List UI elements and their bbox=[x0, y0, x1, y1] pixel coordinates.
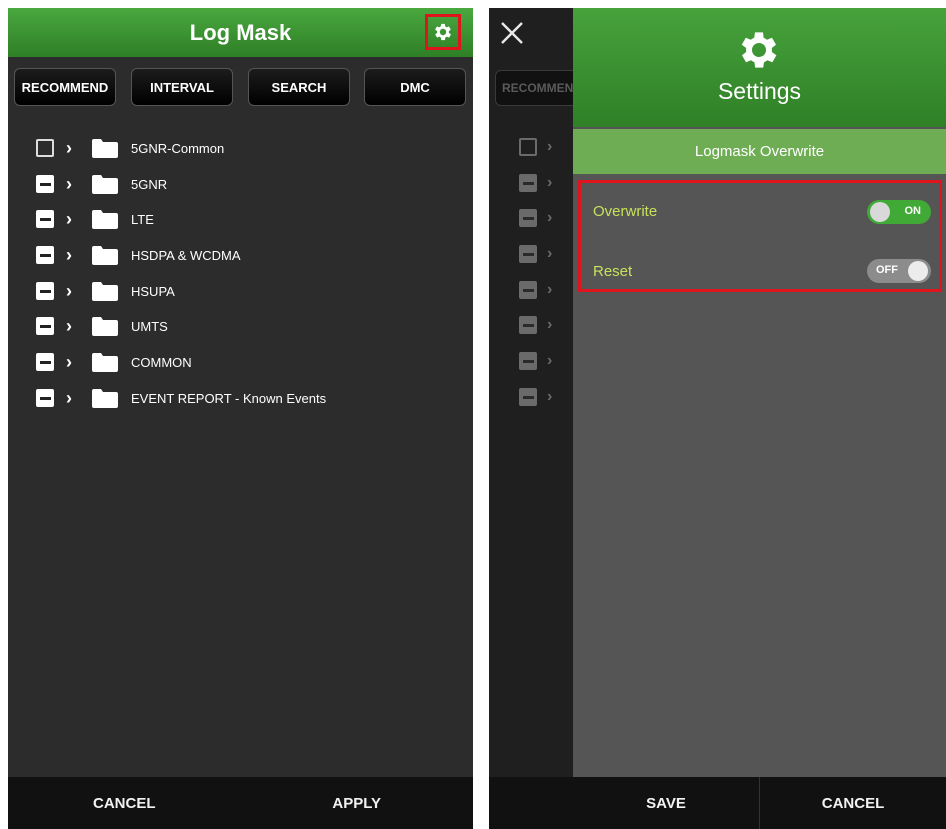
tree-item-label: COMMON bbox=[131, 354, 192, 370]
chevron-right-icon[interactable]: › bbox=[66, 317, 80, 335]
settings-screen: RECOMMEND › › › › › › › › Settings Logma… bbox=[489, 8, 946, 829]
checkbox bbox=[519, 174, 537, 192]
dimmed-tree-item: › bbox=[519, 388, 552, 406]
toggle-knob bbox=[870, 202, 890, 222]
app-header: Log Mask bbox=[8, 8, 473, 57]
chevron-right-icon[interactable]: › bbox=[66, 210, 80, 228]
settings-drawer: Settings Logmask Overwrite Overwrite ON … bbox=[573, 8, 946, 829]
tree-item[interactable]: › EVENT REPORT - Known Events bbox=[36, 384, 326, 412]
checkbox bbox=[519, 138, 537, 156]
tab-recommend[interactable]: RECOMMEND bbox=[14, 68, 116, 106]
folder-icon bbox=[92, 174, 118, 194]
settings-header: Settings bbox=[573, 8, 946, 127]
chevron-right-icon[interactable]: › bbox=[66, 389, 80, 407]
dimmed-tree-item: › bbox=[519, 316, 552, 334]
tab-bar: RECOMMEND INTERVAL SEARCH DMC bbox=[14, 68, 472, 106]
checkbox bbox=[519, 388, 537, 406]
chevron-right-icon[interactable]: › bbox=[66, 175, 80, 193]
chevron-right-icon: › bbox=[547, 209, 553, 226]
dimmed-tree-item: › bbox=[519, 281, 552, 299]
chevron-right-icon[interactable]: › bbox=[66, 139, 80, 157]
tree-item[interactable]: › COMMON bbox=[36, 348, 192, 376]
folder-icon bbox=[92, 138, 118, 158]
dimmed-tree-item: › bbox=[519, 174, 552, 192]
checkbox[interactable] bbox=[36, 139, 54, 157]
tab-recommend-dimmed: RECOMMEND bbox=[495, 70, 585, 106]
checkbox[interactable] bbox=[36, 210, 54, 228]
tree-item[interactable]: › LTE bbox=[36, 205, 154, 233]
tab-interval[interactable]: INTERVAL bbox=[131, 68, 233, 106]
folder-icon bbox=[92, 281, 118, 301]
folder-icon bbox=[92, 209, 118, 229]
checkbox bbox=[519, 209, 537, 227]
settings-button[interactable] bbox=[425, 14, 461, 50]
checkbox[interactable] bbox=[36, 246, 54, 264]
dimmed-tree-item: › bbox=[519, 138, 552, 156]
tree-item-label: 5GNR bbox=[131, 176, 168, 192]
overwrite-options-box: Overwrite ON Reset OFF bbox=[578, 180, 942, 292]
checkbox[interactable] bbox=[36, 317, 54, 335]
tab-dmc[interactable]: DMC bbox=[364, 68, 466, 106]
tree-item[interactable]: › HSUPA bbox=[36, 277, 175, 305]
checkbox[interactable] bbox=[36, 282, 54, 300]
overwrite-toggle[interactable]: ON bbox=[867, 200, 931, 224]
folder-icon bbox=[92, 352, 118, 372]
save-button[interactable]: SAVE bbox=[573, 777, 760, 829]
drawer-action-bar: SAVE CANCEL bbox=[573, 777, 946, 829]
checkbox bbox=[519, 352, 537, 370]
chevron-right-icon: › bbox=[547, 138, 553, 155]
checkbox[interactable] bbox=[36, 353, 54, 371]
log-mask-screen: Log Mask RECOMMEND INTERVAL SEARCH DMC ›… bbox=[8, 8, 473, 829]
chevron-right-icon: › bbox=[547, 316, 553, 333]
section-header: Logmask Overwrite bbox=[573, 129, 946, 174]
chevron-right-icon: › bbox=[547, 388, 553, 405]
folder-icon bbox=[92, 316, 118, 336]
chevron-right-icon: › bbox=[547, 281, 553, 298]
reset-label: Reset bbox=[593, 263, 633, 280]
tree-item-label: LTE bbox=[131, 211, 154, 227]
page-title: Log Mask bbox=[189, 19, 292, 45]
chevron-right-icon[interactable]: › bbox=[66, 246, 80, 264]
tree-item[interactable]: › 5GNR bbox=[36, 170, 167, 198]
tree-item-label: EVENT REPORT - Known Events bbox=[131, 390, 327, 406]
cancel-button[interactable]: CANCEL bbox=[760, 777, 946, 829]
checkbox bbox=[519, 316, 537, 334]
chevron-right-icon: › bbox=[547, 174, 553, 191]
chevron-right-icon[interactable]: › bbox=[66, 353, 80, 371]
gear-icon bbox=[435, 23, 451, 41]
tree-item[interactable]: › 5GNR-Common bbox=[36, 134, 224, 162]
reset-toggle[interactable]: OFF bbox=[867, 259, 931, 283]
toggle-knob bbox=[908, 261, 928, 281]
tab-search[interactable]: SEARCH bbox=[248, 68, 350, 106]
toggle-state: ON bbox=[904, 205, 922, 217]
settings-title: Settings bbox=[717, 78, 802, 104]
chevron-right-icon[interactable]: › bbox=[66, 282, 80, 300]
toggle-state: OFF bbox=[876, 264, 898, 276]
checkbox[interactable] bbox=[36, 175, 54, 193]
folder-icon bbox=[92, 245, 118, 265]
overwrite-label: Overwrite bbox=[593, 203, 658, 220]
chevron-right-icon: › bbox=[547, 245, 553, 262]
dimmed-tree-item: › bbox=[519, 352, 552, 370]
dimmed-footer bbox=[489, 777, 573, 829]
tree-item-label: UMTS bbox=[131, 318, 168, 334]
gear-icon bbox=[741, 32, 777, 68]
folder-icon bbox=[92, 388, 118, 408]
checkbox[interactable] bbox=[36, 389, 54, 407]
apply-button[interactable]: APPLY bbox=[241, 777, 474, 829]
close-icon[interactable] bbox=[497, 18, 527, 48]
tree-item-label: HSUPA bbox=[131, 283, 175, 299]
cancel-button[interactable]: CANCEL bbox=[8, 777, 241, 829]
tree-item-label: 5GNR-Common bbox=[131, 140, 225, 156]
dimmed-tree-item: › bbox=[519, 209, 552, 227]
checkbox bbox=[519, 245, 537, 263]
chevron-right-icon: › bbox=[547, 352, 553, 369]
dimmed-tree-item: › bbox=[519, 245, 552, 263]
action-bar: CANCEL APPLY bbox=[8, 777, 473, 829]
tree-item-label: HSDPA & WCDMA bbox=[131, 247, 241, 263]
tree-item[interactable]: › UMTS bbox=[36, 312, 168, 340]
checkbox bbox=[519, 281, 537, 299]
tree-item[interactable]: › HSDPA & WCDMA bbox=[36, 241, 241, 269]
